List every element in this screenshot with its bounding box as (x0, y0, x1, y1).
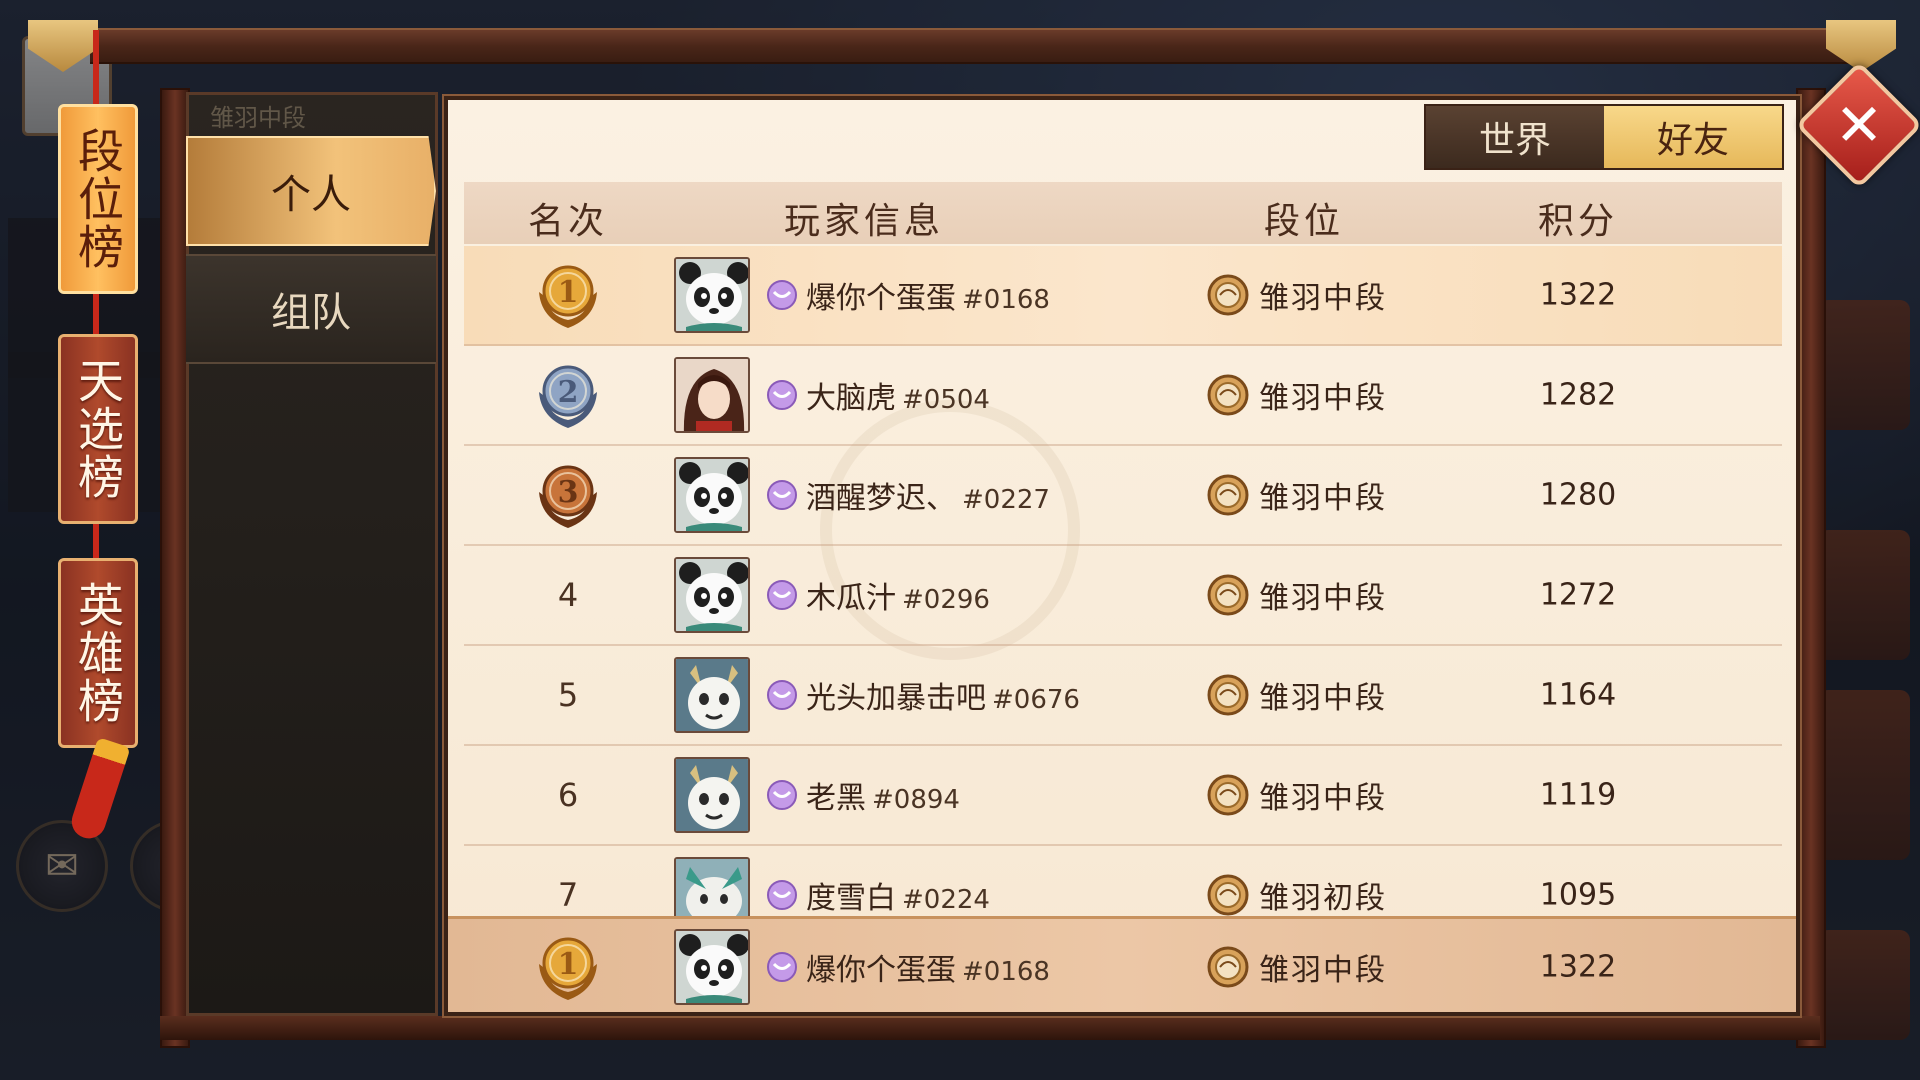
player-score: 1119 (1539, 777, 1617, 813)
category-team[interactable]: 组队 (186, 254, 436, 364)
filter-friends-button[interactable]: 好友 (1604, 106, 1782, 168)
tier-badge-icon (1206, 273, 1250, 317)
table-row[interactable]: 6 老黑 #0894 雏羽中段 1119 (464, 746, 1782, 846)
player-score: 1280 (1539, 477, 1617, 513)
player-avatar[interactable] (674, 257, 750, 333)
vip-badge-icon (766, 579, 798, 611)
player-avatar[interactable] (674, 929, 750, 1005)
rank-number: 6 (557, 776, 579, 814)
category-personal[interactable]: 个人 (186, 136, 436, 246)
tier-badge-icon (1206, 573, 1250, 617)
vip-badge-icon (766, 679, 798, 711)
player-tag: #0168 (962, 285, 1050, 315)
rank-number: 7 (557, 876, 579, 914)
tab-string (93, 30, 99, 110)
player-tag: #0894 (872, 785, 960, 815)
player-tier: 雏羽中段 (1259, 953, 1387, 988)
tier-badge-icon (1206, 945, 1250, 989)
player-tier: 雏羽中段 (1259, 581, 1387, 616)
rank-number: 4 (557, 576, 579, 614)
player-tier: 雏羽中段 (1259, 281, 1387, 316)
player-name: 酒醒梦迟、 #0227 (806, 481, 1050, 516)
player-avatar[interactable] (674, 857, 750, 916)
rank-medal-icon: 1 (531, 258, 605, 332)
column-rank: 名次 (527, 201, 609, 242)
player-tag: #0168 (962, 957, 1050, 987)
player-name: 光头加暴击吧 #0676 (806, 681, 1080, 716)
column-tier: 段位 (1263, 201, 1345, 242)
scope-filter: 世界 好友 (1424, 104, 1784, 170)
player-name: 度雪白 #0224 (806, 881, 990, 916)
rank-medal-icon: 2 (531, 358, 605, 432)
table-row[interactable]: 3 酒醒梦迟、 #0227 雏羽中段 1280 (464, 446, 1782, 546)
rank-number: 5 (557, 676, 579, 714)
my-rank-row: 1 爆你个蛋蛋 #0168 雏羽中段 1322 (448, 916, 1796, 1012)
rank-medal-icon: 1 (531, 930, 605, 1004)
player-name: 大脑虎 #0504 (806, 381, 990, 416)
svg-text:1: 1 (558, 947, 579, 982)
player-name: 爆你个蛋蛋 #0168 (806, 281, 1050, 316)
rank-medal-icon: 3 (531, 458, 605, 532)
tier-badge-icon (1206, 873, 1250, 916)
leaderboard-list[interactable]: 1 爆你个蛋蛋 #0168 雏羽中段 1322 2 大脑虎 #0504 雏羽中段 1282 3 酒醒梦… (464, 246, 1782, 916)
vip-badge-icon (766, 951, 798, 983)
column-player: 玩家信息 (783, 201, 945, 242)
player-score: 1322 (1539, 949, 1617, 985)
tier-badge-icon (1206, 673, 1250, 717)
player-tier: 雏羽中段 (1259, 781, 1387, 816)
player-tag: #0676 (992, 685, 1080, 715)
player-avatar[interactable] (674, 457, 750, 533)
category-header: 雏羽中段 (210, 104, 306, 132)
vip-badge-icon (766, 479, 798, 511)
frame-top-bar (90, 28, 1865, 64)
player-tag: #0504 (902, 385, 990, 415)
player-score: 1322 (1539, 277, 1617, 313)
frame-post-right (1796, 88, 1826, 1048)
table-header: 名次 玩家信息 段位 积分 (464, 182, 1782, 244)
tab-rank-tier[interactable]: 段位榜 (58, 104, 138, 294)
table-row[interactable]: 5 光头加暴击吧 #0676 雏羽中段 1164 (464, 646, 1782, 746)
close-icon[interactable]: ✕ (1814, 80, 1904, 170)
tab-hero-rank[interactable]: 英雄榜 (58, 558, 138, 748)
player-name: 木瓜汁 #0296 (806, 581, 990, 616)
player-score: 1282 (1539, 377, 1617, 413)
vip-badge-icon (766, 279, 798, 311)
player-avatar[interactable] (674, 557, 750, 633)
player-score: 1095 (1539, 877, 1617, 913)
table-row[interactable]: 7 度雪白 #0224 雏羽初段 1095 (464, 846, 1782, 916)
svg-text:1: 1 (558, 275, 579, 310)
player-score: 1164 (1539, 677, 1617, 713)
player-tier: 雏羽初段 (1259, 881, 1387, 916)
player-name: 爆你个蛋蛋 #0168 (806, 953, 1050, 988)
player-tag: #0224 (902, 885, 990, 915)
filter-world-button[interactable]: 世界 (1426, 106, 1604, 168)
tier-badge-icon (1206, 773, 1250, 817)
table-row[interactable]: 1 爆你个蛋蛋 #0168 雏羽中段 1322 (464, 246, 1782, 346)
tier-badge-icon (1206, 473, 1250, 517)
frame-bottom-bar (160, 1016, 1820, 1040)
player-avatar[interactable] (674, 757, 750, 833)
player-avatar[interactable] (674, 357, 750, 433)
vip-badge-icon (766, 379, 798, 411)
tier-badge-icon (1206, 373, 1250, 417)
player-name: 老黑 #0894 (806, 781, 960, 816)
player-tier: 雏羽中段 (1259, 381, 1387, 416)
vip-badge-icon (766, 879, 798, 911)
column-score: 积分 (1537, 201, 1619, 242)
tab-chosen-rank[interactable]: 天选榜 (58, 334, 138, 524)
svg-text:3: 3 (558, 475, 579, 510)
player-tag: #0296 (902, 585, 990, 615)
vip-badge-icon (766, 779, 798, 811)
table-row[interactable]: 2 大脑虎 #0504 雏羽中段 1282 (464, 346, 1782, 446)
table-row[interactable]: 4 木瓜汁 #0296 雏羽中段 1272 (464, 546, 1782, 646)
player-avatar[interactable] (674, 657, 750, 733)
player-score: 1272 (1539, 577, 1617, 613)
svg-text:2: 2 (558, 375, 579, 410)
player-tag: #0227 (962, 485, 1050, 515)
player-tier: 雏羽中段 (1259, 681, 1387, 716)
player-tier: 雏羽中段 (1259, 481, 1387, 516)
